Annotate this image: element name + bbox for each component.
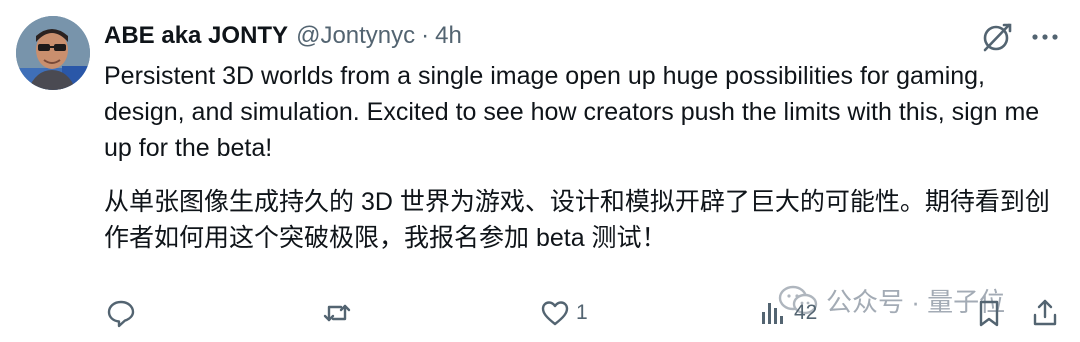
views-count: 42 [794,301,818,324]
user-handle[interactable]: @Jontynyc [296,22,415,50]
share-icon [1033,299,1057,326]
avatar-image [16,16,90,90]
display-name[interactable]: ABE aka JONTY [104,22,288,50]
bookmark-icon [979,300,999,327]
retweet-button[interactable] [322,296,358,330]
bookmark-button[interactable] [974,296,1004,330]
reply-icon [107,300,135,328]
timestamp[interactable]: 4h [435,22,462,50]
views-icon [762,303,783,324]
more-icon[interactable] [1028,22,1062,52]
tweet-text-chinese: 从单张图像生成持久的 3D 世界为游戏、设计和模拟开辟了巨大的可能性。期待看到创… [104,188,1050,252]
retweet-icon [323,304,351,322]
views-button[interactable]: 42 [758,296,817,330]
separator-dot: · [421,22,430,49]
tweet: ABE aka JONTY @Jontynyc · 4h Persistent … [0,0,1080,342]
share-button[interactable] [1030,296,1060,330]
reply-button[interactable] [106,296,142,330]
like-button[interactable]: 1 [540,296,588,330]
heart-icon [541,301,569,326]
avatar[interactable] [16,16,90,90]
grok-icon[interactable] [980,20,1014,54]
like-count: 1 [576,301,588,324]
tweet-text-english: Persistent 3D worlds from a single image… [104,62,1040,162]
tweet-header: ABE aka JONTY @Jontynyc · 4h [104,20,462,52]
